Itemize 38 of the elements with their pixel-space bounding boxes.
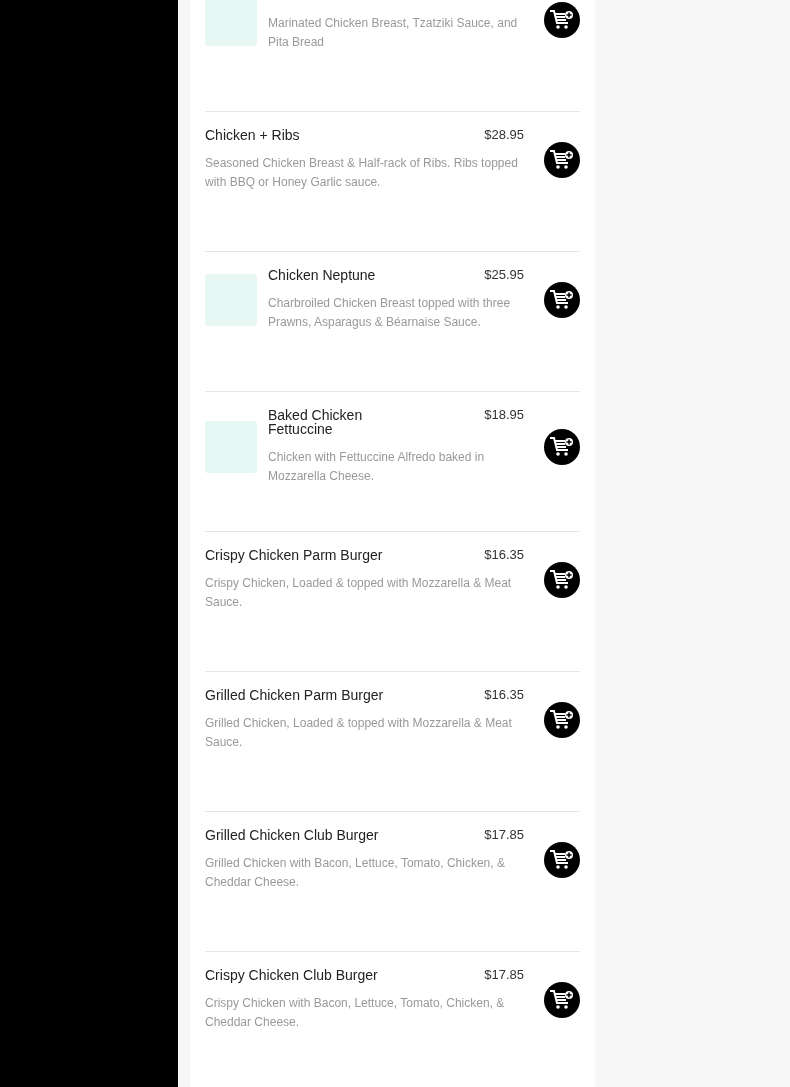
item-name: Crispy Chicken Club Burger <box>205 968 378 982</box>
cart-add-icon <box>549 436 575 458</box>
item-price: $17.85 <box>484 967 524 982</box>
item-price: $17.85 <box>484 827 524 842</box>
add-to-cart-button[interactable] <box>544 2 580 38</box>
add-to-cart-button[interactable] <box>544 562 580 598</box>
item-name: Chicken Neptune <box>268 268 376 282</box>
add-to-cart-button[interactable] <box>544 982 580 1018</box>
cart-add-icon <box>549 569 575 591</box>
item-price: $16.35 <box>484 687 524 702</box>
item-name: Crispy Chicken Parm Burger <box>205 548 383 562</box>
cart-add-icon <box>549 989 575 1011</box>
item-description: Crispy Chicken, Loaded & topped with Mozzarella & Meat Sauce. <box>205 575 513 611</box>
item-description: Grilled Chicken, Loaded & topped with Mozzarella & Meat Sauce. <box>205 715 513 751</box>
item-price: $18.95 <box>484 407 524 422</box>
item-price: $28.95 <box>484 127 524 142</box>
add-to-cart-button[interactable] <box>544 429 580 465</box>
item-description: Crispy Chicken with Bacon, Lettuce, Tomato, Chicken, & Cheddar Cheese. <box>205 995 506 1031</box>
item-description: Seasoned Chicken Breast & Half-rack of Ribs. Ribs topped with BBQ or Honey Garlic sauce. <box>205 155 519 191</box>
cart-add-icon <box>549 289 575 311</box>
cart-add-icon <box>549 9 575 31</box>
cart-add-icon <box>549 849 575 871</box>
item-description: Charbroiled Chicken Breast topped with three Prawns, Asparagus & Béarnaise Sauce. <box>268 295 512 331</box>
cart-add-icon <box>549 149 575 171</box>
add-to-cart-button[interactable] <box>544 142 580 178</box>
cart-add-icon <box>549 709 575 731</box>
item-name: Grilled Chicken Parm Burger <box>205 688 384 702</box>
add-to-cart-button[interactable] <box>544 842 580 878</box>
add-to-cart-button[interactable] <box>544 282 580 318</box>
item-price: $16.35 <box>484 547 524 562</box>
item-description: Grilled Chicken with Bacon, Lettuce, Tomato, Chicken, & Cheddar Cheese. <box>205 855 506 891</box>
item-description: Marinated Chicken Breast, Tzatziki Sauce, and Pita Bread <box>268 15 519 51</box>
item-name: Baked Chicken Fettuccine <box>268 408 364 436</box>
item-name: Grilled Chicken Club Burger <box>205 828 379 842</box>
item-name: Chicken + Ribs <box>205 128 300 142</box>
item-price: $25.95 <box>484 267 524 282</box>
add-to-cart-button[interactable] <box>544 702 580 738</box>
item-description: Chicken with Fettuccine Alfredo baked in Mozzarella Cheese. <box>268 449 486 485</box>
